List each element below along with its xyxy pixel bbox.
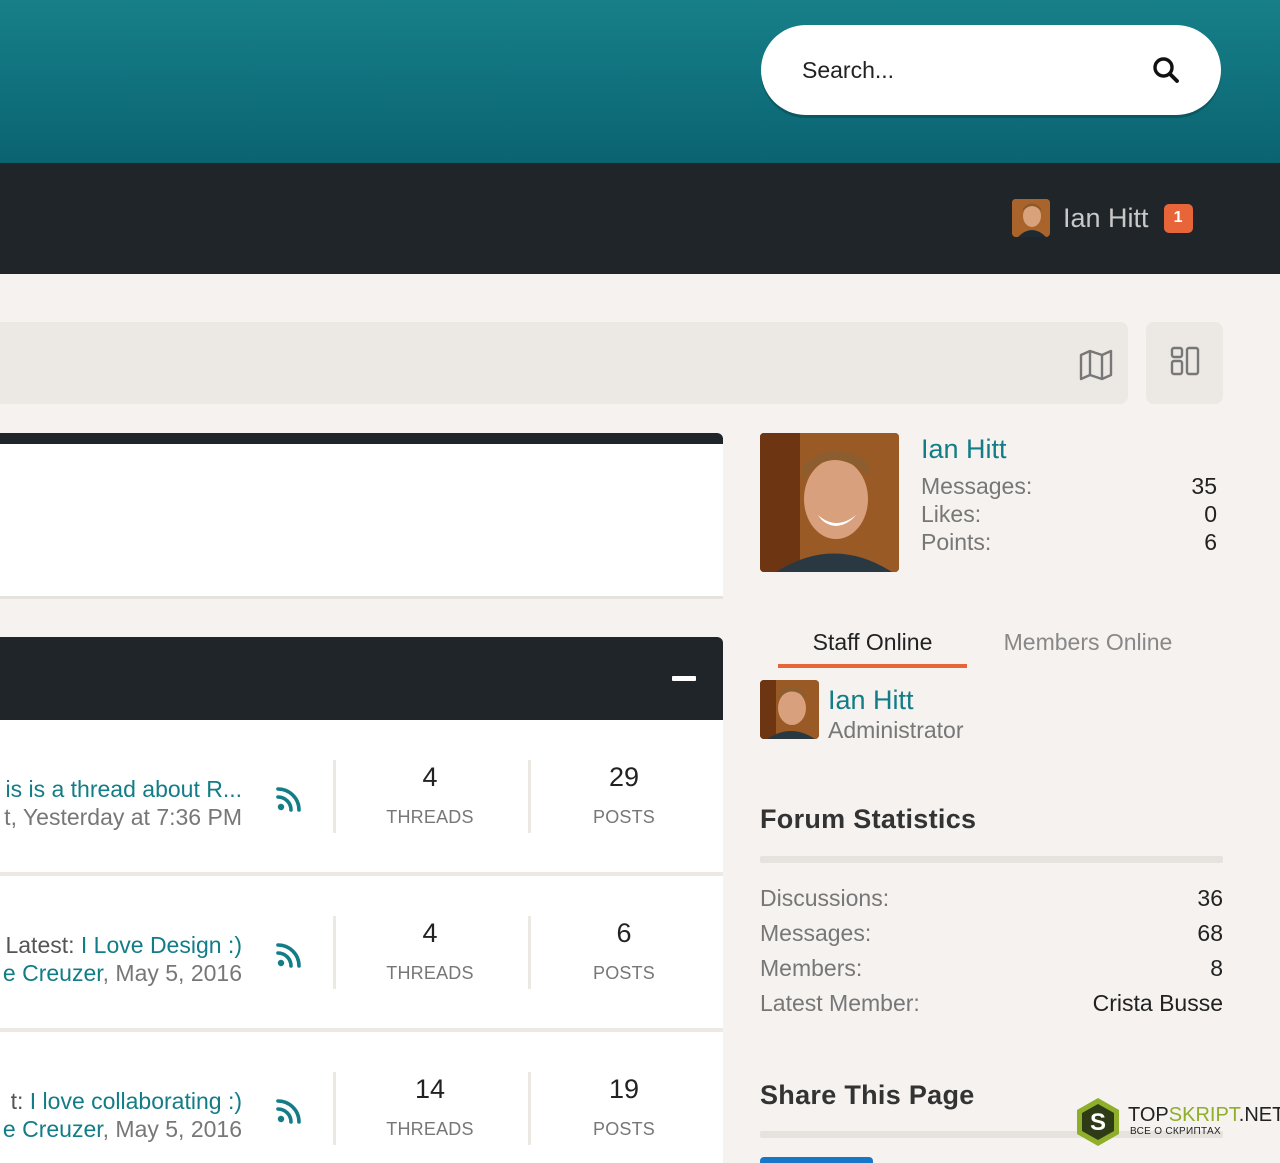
forum-stat-row: Latest Member: Crista Busse: [760, 986, 1223, 1021]
rss-icon[interactable]: [276, 942, 302, 968]
staff-role: Administrator: [828, 717, 964, 743]
threads-count: 4: [422, 918, 438, 948]
profile-stat-row: Messages: 35: [921, 473, 1217, 499]
watermark-logo: S TOPSKRIPT.NET ВСЕ О СКРИПТАХ: [1072, 1096, 1280, 1148]
layout-toggle-button[interactable]: [1146, 322, 1223, 404]
posts-count: 19: [608, 1074, 640, 1104]
latest-thread-link[interactable]: is is a thread about R...: [5, 776, 242, 802]
map-icon[interactable]: [1078, 348, 1114, 382]
latest-meta: t, Yesterday at 7:36 PM: [4, 804, 242, 830]
share-button[interactable]: [760, 1157, 873, 1163]
divider: [528, 1072, 531, 1145]
divider: [333, 760, 336, 833]
divider: [528, 760, 531, 833]
threads-label: THREADS: [386, 963, 474, 983]
profile-stats: Messages: 35 Likes: 0 Points: 6: [921, 472, 1217, 556]
nav-username: Ian Hitt: [1063, 202, 1149, 233]
latest-user[interactable]: e Creuzer: [3, 1116, 103, 1142]
posts-stat: 19 POSTS: [549, 1074, 699, 1140]
forum-statistics-title: Forum Statistics: [760, 804, 977, 834]
profile-name[interactable]: Ian Hitt: [921, 434, 1007, 465]
latest-meta: e Creuzer, May 5, 2016: [2, 960, 242, 986]
latest-thread-link[interactable]: I Love Design :): [81, 932, 242, 958]
watermark-brand: TOPSKRIPT.NET: [1128, 1104, 1280, 1126]
profile-avatar[interactable]: [760, 433, 899, 572]
threads-label: THREADS: [386, 1119, 474, 1139]
online-tabs: Staff Online Members Online: [778, 626, 1222, 670]
rss-icon[interactable]: [276, 1098, 302, 1124]
search-icon[interactable]: [1151, 55, 1181, 85]
avatar[interactable]: [760, 680, 819, 739]
latest-meta: e Creuzer, May 5, 2016: [2, 1116, 242, 1142]
search-box[interactable]: [761, 25, 1221, 115]
posts-label: POSTS: [592, 1119, 655, 1139]
notice-block: [0, 433, 723, 599]
list-item: is is a thread about R... t, Yesterday a…: [0, 720, 723, 876]
staff-name[interactable]: Ian Hitt: [828, 685, 914, 716]
search-input[interactable]: [802, 56, 1151, 84]
latest-thread-link[interactable]: I love collaborating :): [30, 1088, 242, 1114]
breadcrumb: [0, 322, 1128, 404]
divider: [333, 916, 336, 989]
latest-member-link[interactable]: Crista Busse: [1093, 986, 1223, 1021]
forum-stat-row: Members: 8: [760, 955, 1223, 981]
threads-stat: 4 THREADS: [355, 762, 505, 828]
rss-icon[interactable]: [276, 786, 302, 812]
divider: [760, 856, 1223, 863]
latest-thread: is is a thread about R...: [5, 776, 242, 803]
tab-staff-online[interactable]: Staff Online: [778, 626, 967, 668]
forum-stat-row: Discussions: 36: [760, 885, 1223, 911]
posts-count: 6: [616, 918, 632, 948]
svg-text:S: S: [1090, 1109, 1106, 1136]
posts-stat: 6 POSTS: [549, 918, 699, 984]
threads-label: THREADS: [386, 807, 474, 827]
threads-count: 14: [414, 1074, 446, 1104]
threads-stat: 4 THREADS: [355, 918, 505, 984]
tab-members-online[interactable]: Members Online: [988, 626, 1188, 668]
divider: [333, 1072, 336, 1145]
minus-icon[interactable]: [671, 674, 697, 682]
threads-stat: 14 THREADS: [355, 1074, 505, 1140]
avatar: [1012, 199, 1050, 237]
list-item: Latest: I Love Design :) e Creuzer, May …: [0, 876, 723, 1032]
list-item: t: I love collaborating :) e Creuzer, Ma…: [0, 1032, 723, 1163]
posts-label: POSTS: [592, 807, 655, 827]
forum-list: is is a thread about R... t, Yesterday a…: [0, 720, 723, 1163]
watermark-tagline: ВСЕ О СКРИПТАХ: [1130, 1126, 1221, 1137]
share-title: Share This Page: [760, 1080, 975, 1110]
profile-stat-row: Likes: 0: [921, 501, 1217, 527]
latest-user[interactable]: e Creuzer: [3, 960, 103, 986]
layout-grid-icon: [1170, 346, 1200, 381]
forum-statistics: Discussions: 36 Messages: 68 Members: 8 …: [760, 881, 1223, 1021]
posts-label: POSTS: [592, 963, 655, 983]
latest-thread: t: I love collaborating :): [10, 1088, 242, 1114]
category-header: [0, 637, 723, 720]
nav-user-menu[interactable]: Ian Hitt 1: [1012, 199, 1193, 237]
profile-stat-row: Points: 6: [921, 529, 1217, 555]
posts-count: 29: [608, 762, 640, 792]
notification-badge: 1: [1163, 203, 1193, 233]
forum-stat-row: Messages: 68: [760, 920, 1223, 946]
divider: [528, 916, 531, 989]
posts-stat: 29 POSTS: [549, 762, 699, 828]
latest-thread: Latest: I Love Design :): [5, 932, 242, 958]
threads-count: 4: [422, 762, 438, 792]
